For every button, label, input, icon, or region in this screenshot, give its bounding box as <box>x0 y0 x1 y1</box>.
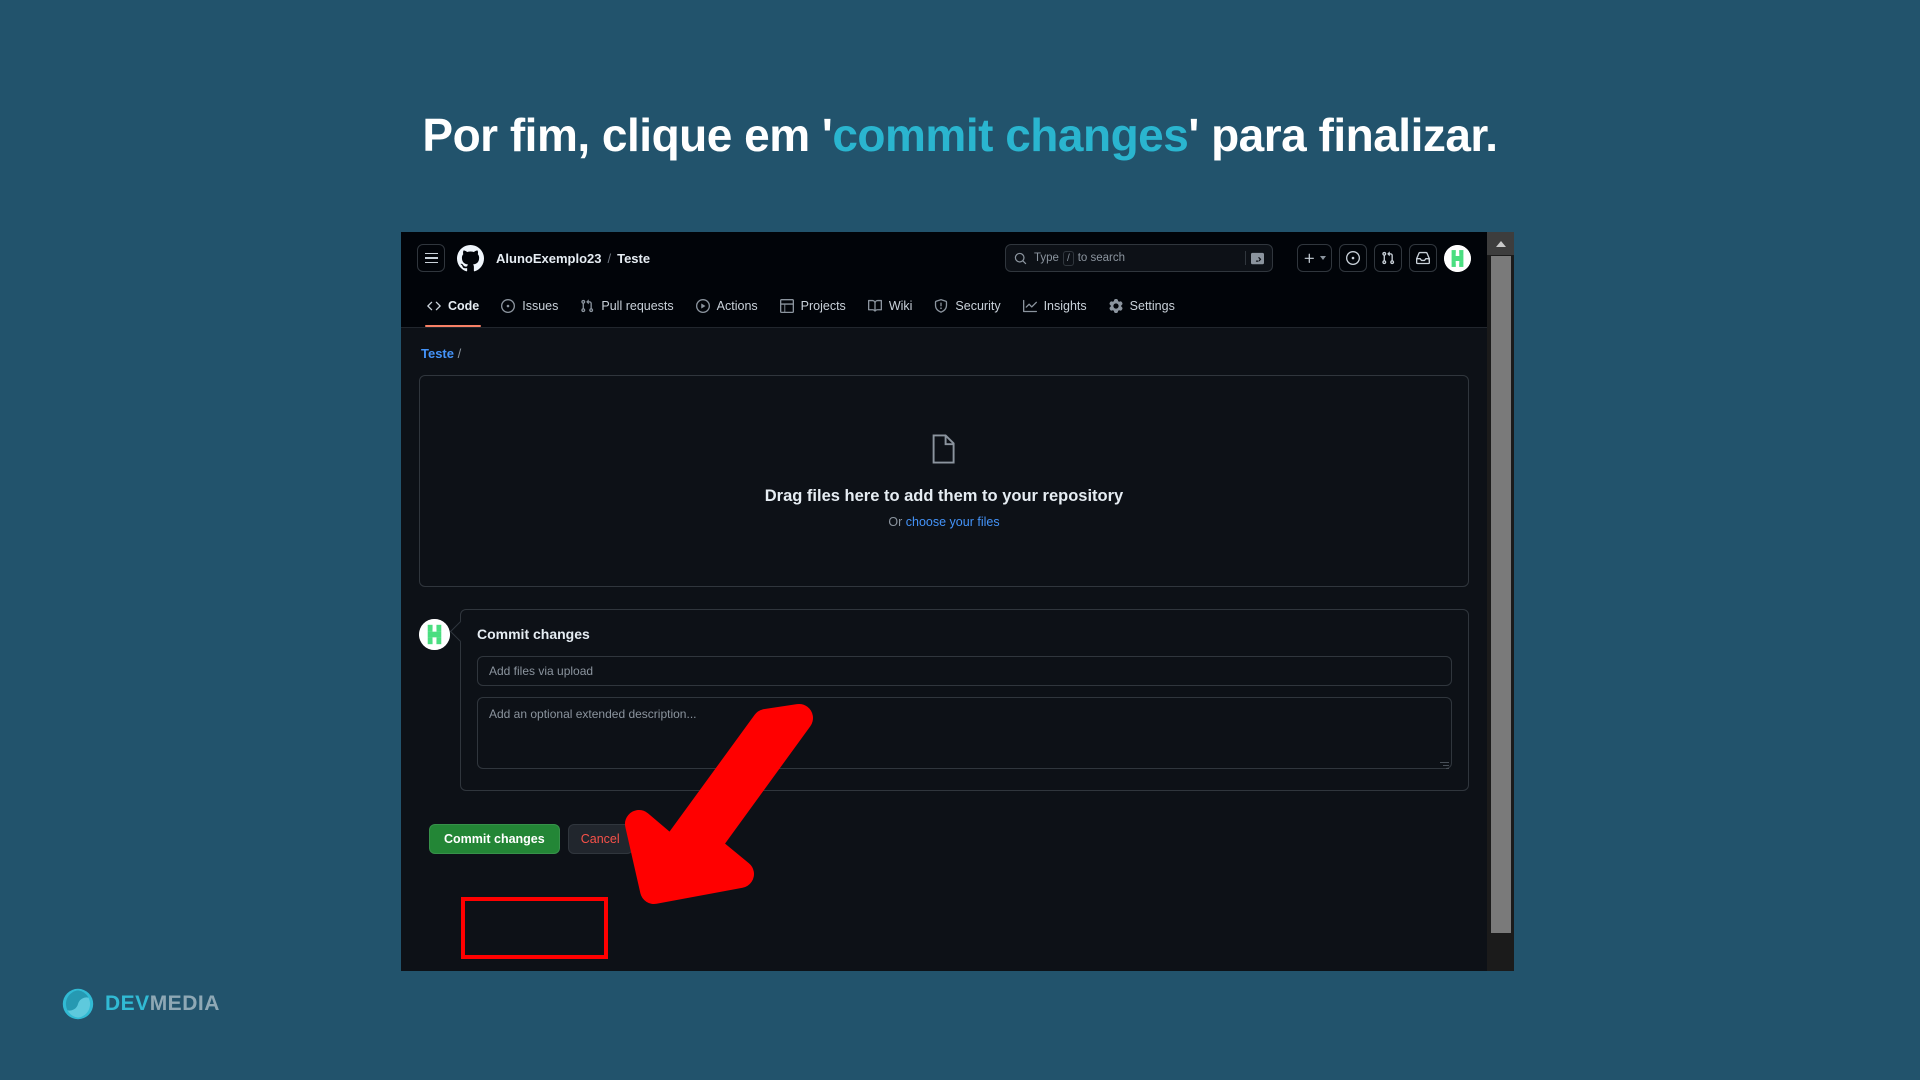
issues-button[interactable] <box>1339 244 1367 272</box>
devmedia-logo-icon <box>62 988 94 1020</box>
commit-changes-card: Commit changes <box>460 609 1469 791</box>
dropzone-title: Drag files here to add them to your repo… <box>764 487 1124 505</box>
tab-insights[interactable]: Insights <box>1013 284 1097 327</box>
breadcrumb: Teste / <box>421 346 1469 361</box>
title-highlight: commit changes <box>832 109 1189 161</box>
devmedia-branding: DEVMEDIA <box>62 988 220 1020</box>
tab-code-label: Code <box>448 298 480 313</box>
book-icon <box>867 299 882 312</box>
search-icon <box>1014 252 1027 264</box>
commit-message-input[interactable] <box>477 656 1452 686</box>
avatar-identicon-icon <box>1444 244 1471 272</box>
commit-changes-section: Commit changes <box>419 609 1469 791</box>
devmedia-wordmark: DEVMEDIA <box>105 992 220 1016</box>
play-icon <box>695 298 710 313</box>
file-icon <box>932 434 955 464</box>
search-ph-after: to search <box>1077 252 1126 264</box>
tab-pull-requests[interactable]: Pull requests <box>570 284 683 327</box>
git-pull-request-icon <box>1382 251 1395 265</box>
browser-window: AlunoExemplo23 / Teste Type / to search <box>401 232 1514 971</box>
shield-icon <box>935 298 948 313</box>
repo-navigation: Code Issues Pull requests Actions Projec… <box>401 284 1487 328</box>
commit-changes-button[interactable]: Commit changes <box>429 824 560 854</box>
search-input[interactable]: Type / to search <box>1005 244 1273 272</box>
inbox-button[interactable] <box>1409 244 1437 272</box>
user-avatar[interactable] <box>419 619 450 650</box>
table-icon <box>779 298 794 313</box>
dropzone-or-text: Or <box>888 515 903 529</box>
issue-opened-icon <box>1346 251 1360 265</box>
tab-settings-label: Settings <box>1129 298 1175 313</box>
tab-code[interactable]: Code <box>417 284 489 327</box>
user-avatar[interactable] <box>1444 244 1471 272</box>
repo-breadcrumb-header: AlunoExemplo23 / Teste <box>496 251 650 266</box>
hamburger-menu-icon[interactable] <box>417 244 445 272</box>
browser-scrollbar[interactable] <box>1487 232 1514 971</box>
breadcrumb-separator: / <box>607 250 612 266</box>
github-page: AlunoExemplo23 / Teste Type / to search <box>401 232 1487 971</box>
devmedia-media-text: MEDIA <box>149 992 220 1015</box>
dropzone-subtitle: Or choose your files <box>888 515 999 529</box>
create-new-button[interactable] <box>1297 244 1332 272</box>
gear-icon <box>1109 298 1123 313</box>
file-dropzone[interactable]: Drag files here to add them to your repo… <box>419 375 1469 587</box>
commit-description-textarea[interactable] <box>477 697 1452 769</box>
github-global-header: AlunoExemplo23 / Teste Type / to search <box>401 232 1487 284</box>
search-ph-before: Type <box>1034 252 1059 264</box>
tab-pull-requests-label: Pull requests <box>601 298 674 313</box>
scrollbar-thumb[interactable] <box>1490 256 1511 933</box>
tab-security-label: Security <box>955 298 1001 313</box>
commit-changes-heading: Commit changes <box>477 626 590 642</box>
avatar-identicon-icon <box>419 619 450 650</box>
tab-actions-label: Actions <box>716 298 758 313</box>
cancel-button[interactable]: Cancel <box>567 824 633 854</box>
breadcrumb-repo-link[interactable]: Teste <box>421 346 454 361</box>
chevron-down-icon <box>1320 256 1326 260</box>
choose-your-files-link[interactable]: choose your files <box>906 515 1000 529</box>
tab-issues[interactable]: Issues <box>491 284 568 327</box>
tab-wiki-label: Wiki <box>888 298 913 313</box>
tab-issues-label: Issues <box>522 298 559 313</box>
search-slash-key: / <box>1062 250 1074 266</box>
scroll-up-arrow-icon[interactable] <box>1487 232 1514 255</box>
page-title: Por fim, clique em 'commit changes' para… <box>0 108 1920 162</box>
devmedia-dev-text: DEV <box>105 992 150 1015</box>
pull-requests-button[interactable] <box>1374 244 1402 272</box>
tab-security[interactable]: Security <box>924 284 1010 327</box>
plus-icon <box>1304 253 1314 263</box>
repo-name-link[interactable]: Teste <box>617 251 650 266</box>
tab-actions[interactable]: Actions <box>686 284 768 327</box>
inbox-icon <box>1416 251 1430 265</box>
header-action-icons <box>1297 244 1471 272</box>
terminal-icon[interactable] <box>1245 251 1264 265</box>
git-pull-request-icon <box>581 299 594 312</box>
github-mark-icon[interactable] <box>457 244 484 272</box>
graph-icon <box>1022 299 1037 312</box>
repo-owner-link[interactable]: AlunoExemplo23 <box>496 251 601 266</box>
search-placeholder: Type / to search <box>1034 250 1126 266</box>
issue-opened-icon <box>501 298 516 313</box>
code-icon <box>427 301 441 310</box>
breadcrumb-slash: / <box>457 346 462 361</box>
tab-settings[interactable]: Settings <box>1099 284 1185 327</box>
commit-action-buttons: Commit changes Cancel <box>429 824 1469 854</box>
title-prefix: Por fim, clique em ' <box>422 109 833 161</box>
tab-wiki[interactable]: Wiki <box>858 284 923 327</box>
tab-projects[interactable]: Projects <box>770 284 856 327</box>
tab-insights-label: Insights <box>1043 298 1087 313</box>
tab-projects-label: Projects <box>800 298 846 313</box>
title-suffix: ' para finalizar. <box>1188 109 1498 161</box>
upload-page-body: Teste / Drag files here to add them to y… <box>401 328 1487 854</box>
